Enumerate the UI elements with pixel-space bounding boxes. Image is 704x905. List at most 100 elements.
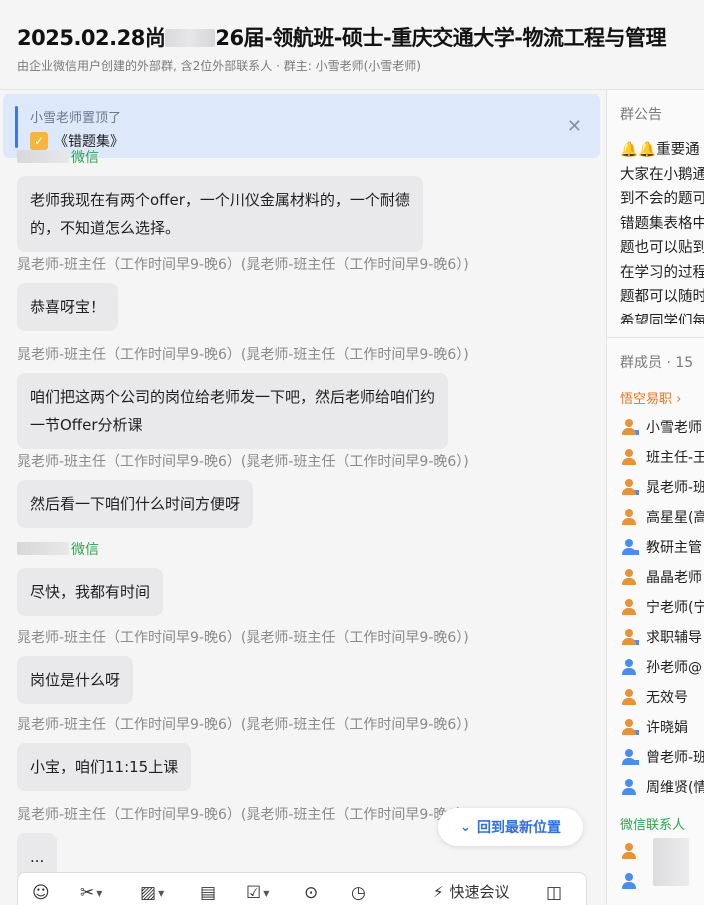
message-text: 一节Offer分析课 — [30, 416, 143, 434]
member-name: 无效号 — [646, 690, 688, 706]
person-icon — [621, 873, 637, 889]
member-item[interactable]: 小雪老师 — [621, 416, 702, 438]
sender-name[interactable]: 晁老师-班主任（工作时间早9-晚6）(晁老师-班主任（工作时间早9-晚6）) — [17, 628, 469, 648]
input-toolbar: ☺ ✂ ▼ ▨ ▼ ▤ ☑ ▼ ⊙ ◷ ⚡ 快速会议 ◫ — [17, 872, 587, 905]
member-item[interactable]: 班主任-王 — [621, 446, 704, 468]
jump-to-latest-button[interactable]: ⌄ 回到最新位置 — [438, 808, 583, 846]
message-text: 小宝，咱们11:15上课 — [30, 758, 179, 776]
notice-line: 大家在小鹅通 — [620, 166, 704, 183]
group-notice[interactable]: 🔔🔔重要通 大家在小鹅通 到不会的题可 错题集表格中 题也可以贴到 在学习的过程 题都可以随… — [620, 138, 704, 324]
quick-meeting-button[interactable]: ⚡ 快速会议 — [433, 881, 510, 902]
sender-label: 晁老师-班主任（工作时间早9-晚6）(晁老师-班主任（工作时间早9-晚6）) — [17, 347, 469, 363]
message-bubble[interactable]: 咱们把这两个公司的岗位给老师发一下吧，然后老师给咱们约 一节Offer分析课 — [17, 373, 449, 449]
device-badge-icon — [633, 429, 640, 436]
group-title: 2025.02.28尚 26届-领航班-硕士-重庆交通大学-物流工程与管理 — [17, 22, 666, 52]
message-bubble[interactable]: 恭喜呀宝！ — [17, 283, 119, 331]
divider — [607, 337, 704, 338]
person-icon — [621, 599, 637, 615]
member-item[interactable]: 晶晶老师 — [621, 566, 702, 588]
person-icon — [621, 749, 640, 766]
sender-label: 微信 — [71, 150, 99, 166]
sender-name[interactable]: 晁老师-班主任（工作时间早9-晚6）(晁老师-班主任（工作时间早9-晚6）) — [17, 452, 469, 472]
person-icon — [621, 419, 640, 436]
redacted-name — [17, 150, 69, 163]
member-name: 高星星(高 — [646, 510, 704, 526]
message-item: 晁老师-班主任（工作时间早9-晚6）(晁老师-班主任（工作时间早9-晚6）) 恭喜… — [17, 255, 469, 331]
message-bubble[interactable]: 老师我现在有两个offer，一个川仪金属材料的，一个耐德 的，不知道怎么选择。 — [17, 176, 423, 252]
member-item[interactable]: 曾老师-班 — [621, 746, 704, 768]
person-icon — [621, 659, 637, 675]
person-icon — [621, 779, 637, 795]
chat-header: 2025.02.28尚 26届-领航班-硕士-重庆交通大学-物流工程与管理 由企业… — [0, 0, 704, 90]
message-item: 微信尽快，我都有时间 — [17, 540, 164, 616]
notice-title: 群公告 — [620, 107, 662, 123]
member-item[interactable]: 许晓娟 — [621, 716, 688, 738]
sender-name[interactable]: 微信 — [17, 540, 163, 560]
member-item[interactable]: 宁老师(宁 — [621, 596, 704, 618]
member-item[interactable]: 教研主管 — [621, 536, 702, 558]
group-subtitle: 由企业微信用户创建的外部群, 含2位外部联系人 · 群主: 小雪老师(小雪老师) — [17, 59, 421, 73]
message-text: 恭喜呀宝！ — [30, 298, 106, 316]
message-text: 尽快，我都有时间 — [30, 583, 151, 601]
person-icon — [621, 569, 637, 585]
schedule-icon[interactable]: ◷ — [351, 883, 366, 903]
member-name: 周维贤(情 — [646, 780, 704, 796]
person-icon — [621, 479, 640, 496]
close-icon[interactable]: ✕ — [567, 116, 582, 137]
notice-line: 到不会的题可 — [620, 191, 704, 207]
image-icon[interactable]: ▨ ▼ — [140, 883, 164, 904]
more-icon[interactable]: ⊙ — [304, 883, 318, 903]
wechat-member-item[interactable] — [621, 870, 637, 892]
redacted-block — [165, 29, 216, 47]
device-badge-icon — [633, 549, 640, 556]
member-item[interactable]: 求职辅导 — [621, 626, 702, 648]
message-text: 咱们把这两个公司的岗位给老师发一下吧，然后老师给咱们约 — [30, 388, 436, 406]
member-name: 班主任-王 — [646, 450, 704, 466]
group-org-link[interactable]: 悟空易职 › — [620, 388, 681, 407]
notice-line: 题也可以贴到 — [620, 240, 704, 256]
wechat-member-item[interactable] — [621, 840, 637, 862]
member-name: 孙老师@ — [646, 660, 702, 676]
calendar-icon[interactable]: ☑ ▼ — [246, 883, 269, 904]
message-item: 微信老师我现在有两个offer，一个川仪金属材料的，一个耐德 的，不知道怎么选择。 — [17, 148, 423, 252]
member-item[interactable]: 周维贤(情 — [621, 776, 704, 798]
sender-label: 微信 — [71, 542, 99, 558]
device-badge-icon — [633, 639, 640, 646]
chat-window: 2025.02.28尚 26届-领航班-硕士-重庆交通大学-物流工程与管理 由企业… — [0, 0, 704, 905]
emoji-icon[interactable]: ☺ — [32, 883, 50, 903]
message-bubble[interactable]: 尽快，我都有时间 — [17, 568, 164, 616]
member-item[interactable]: 晁老师-班 — [621, 476, 704, 498]
sender-name[interactable]: 晁老师-班主任（工作时间早9-晚6）(晁老师-班主任（工作时间早9-晚6）) — [17, 715, 469, 735]
sender-label: 晁老师-班主任（工作时间早9-晚6）(晁老师-班主任（工作时间早9-晚6）) — [17, 717, 469, 733]
message-text: 岗位是什么呀 — [30, 671, 121, 689]
device-badge-icon — [633, 759, 640, 766]
person-icon — [621, 539, 640, 556]
double-chevron-down-icon: ⌄ — [460, 819, 471, 835]
member-item[interactable]: 无效号 — [621, 686, 688, 708]
person-icon — [621, 449, 637, 465]
message-text: ... — [30, 848, 45, 866]
pin-author: 小雪老师置顶了 — [30, 111, 122, 126]
sender-name[interactable]: 微信 — [17, 148, 423, 168]
split-icon[interactable]: ◫ — [546, 883, 562, 903]
pin-accent-bar — [15, 106, 18, 148]
sender-name[interactable]: 晁老师-班主任（工作时间早9-晚6）(晁老师-班主任（工作时间早9-晚6）) — [17, 255, 469, 275]
notice-line: 错题集表格中 — [620, 215, 704, 232]
message-bubble[interactable]: 小宝，咱们11:15上课 — [17, 743, 192, 791]
sender-label: 晁老师-班主任（工作时间早9-晚6）(晁老师-班主任（工作时间早9-晚6）) — [17, 454, 469, 470]
message-area[interactable]: 小雪老师置顶了 ✓ 《错题集》 ✕ 微信 老师我现在有两个offer，一个川仪金属… — [0, 90, 606, 905]
doc-icon[interactable]: ▤ — [200, 883, 216, 903]
member-name: 小雪老师 — [646, 420, 702, 436]
member-item[interactable]: 高星星(高 — [621, 506, 704, 528]
scissors-icon[interactable]: ✂ ▼ — [80, 883, 102, 904]
sender-name[interactable]: 晁老师-班主任（工作时间早9-晚6）(晁老师-班主任（工作时间早9-晚6）) — [17, 345, 469, 365]
message-bubble[interactable]: 岗位是什么呀 — [17, 656, 134, 704]
person-icon — [621, 719, 640, 736]
sender-name[interactable]: 晁老师-班主任（工作时间早9-晚6）(晁老师-班主任（工作时间早9-晚6）) — [17, 805, 469, 825]
sender-label: 晁老师-班主任（工作时间早9-晚6）(晁老师-班主任（工作时间早9-晚6）) — [17, 807, 469, 823]
message-item: 晁老师-班主任（工作时间早9-晚6）(晁老师-班主任（工作时间早9-晚6）) 小宝… — [17, 715, 469, 791]
person-icon — [621, 689, 637, 705]
quick-meeting-label: 快速会议 — [449, 883, 510, 901]
member-item[interactable]: 孙老师@ — [621, 656, 702, 678]
message-bubble[interactable]: 然后看一下咱们什么时间方便呀 — [17, 480, 254, 528]
